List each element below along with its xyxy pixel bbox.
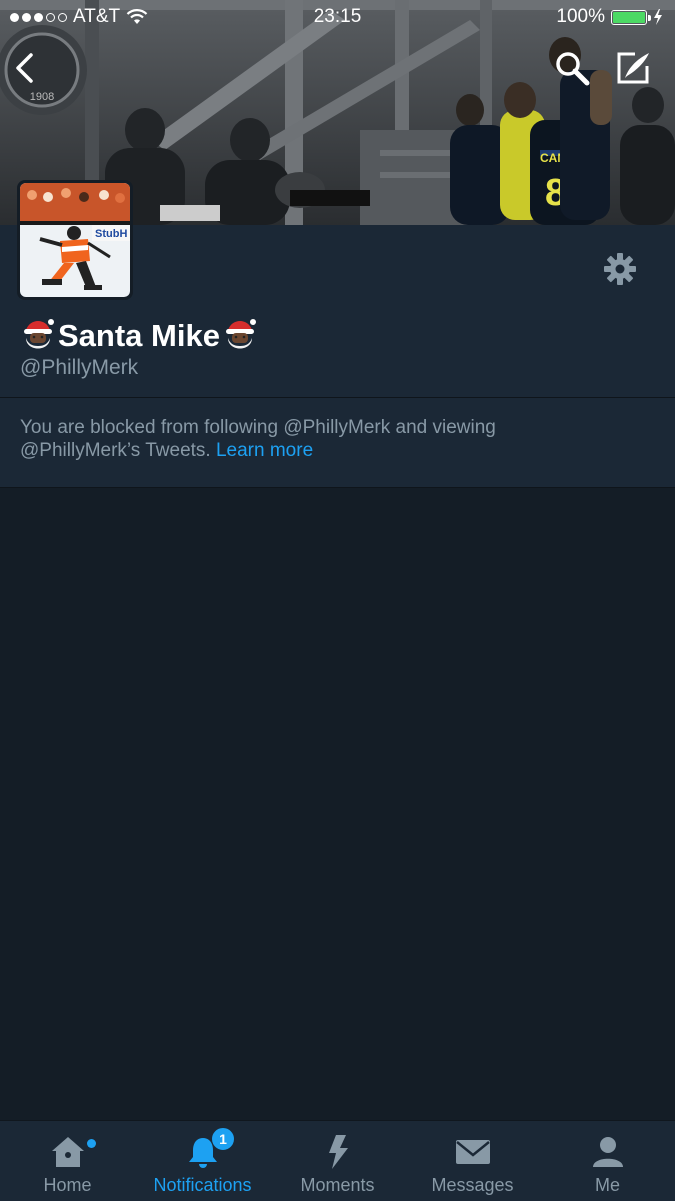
lightning-icon [328,1135,348,1169]
bottom-tab-bar: Home 1 Notifications Moments Messages Me [0,1120,675,1201]
display-name: Santa Mike [58,318,220,353]
avatar-photo: StubH [20,183,130,297]
back-button[interactable] [2,46,46,90]
crest-year: 1908 [30,91,54,103]
profile-avatar[interactable]: StubH [17,180,133,300]
profile-settings-button[interactable] [603,252,637,286]
tab-label: Moments [300,1175,375,1195]
avatar-sign-text: StubH [95,228,127,240]
blocked-notice-panel: You are blocked from following @PhillyMe… [0,398,675,487]
tab-notifications[interactable]: 1 Notifications [135,1121,270,1201]
tab-label: Notifications [153,1175,252,1195]
user-handle: @PhillyMerk [20,356,139,379]
tab-home[interactable]: Home [0,1121,135,1201]
divider [0,487,675,488]
envelope-icon [455,1140,490,1164]
person-icon [592,1137,623,1167]
home-unread-dot [87,1139,96,1148]
learn-more-link[interactable]: Learn more [216,440,313,461]
display-name-row: Santa Mike [20,316,258,356]
compose-icon [617,52,649,84]
tab-label: Me [594,1175,620,1195]
status-right: 100% [556,6,663,28]
compose-tweet-button[interactable] [611,46,655,90]
home-icon [51,1137,84,1167]
gear-icon [604,253,636,285]
tab-moments[interactable]: Moments [270,1121,405,1201]
back-chevron-icon [16,53,33,83]
tab-label: Home [43,1175,92,1195]
charging-bolt-icon [654,9,662,25]
battery-icon [611,9,651,25]
santa-emoji-icon [24,319,54,349]
search-button[interactable] [550,46,594,90]
notification-badge: 1 [211,1127,235,1151]
tab-messages[interactable]: Messages [405,1121,540,1201]
status-bar: AT&T 23:15 100% [0,0,675,34]
blocked-notice: You are blocked from following @PhillyMe… [20,416,620,462]
tab-label: Messages [431,1175,514,1195]
santa-emoji-icon [225,319,256,349]
battery-percent: 100% [556,6,605,27]
search-icon [556,52,590,86]
tab-me[interactable]: Me [540,1121,675,1201]
